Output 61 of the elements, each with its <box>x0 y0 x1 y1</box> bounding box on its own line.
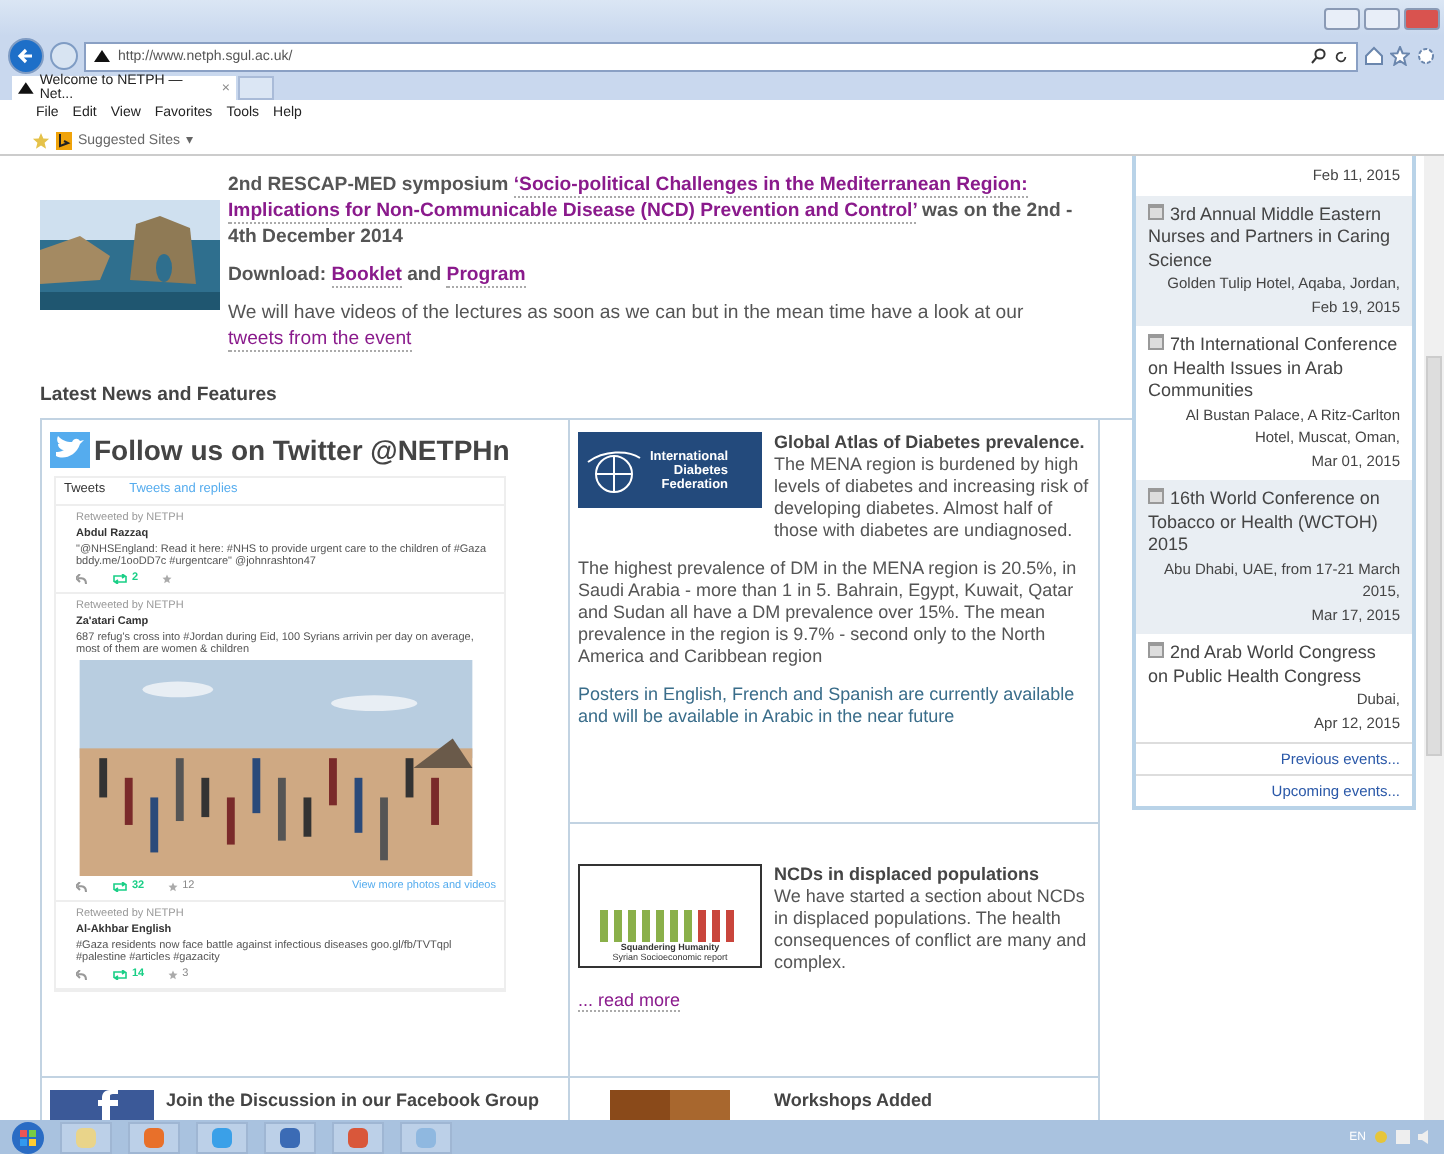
calendar-icon <box>1148 203 1164 219</box>
minimize-button[interactable] <box>1324 7 1360 29</box>
site-icon <box>18 82 34 94</box>
download-text: Download: Booklet and Program <box>228 262 528 288</box>
reply-icon[interactable] <box>76 969 88 979</box>
read-more-link[interactable]: ... read more <box>578 990 681 1012</box>
calendar-icon <box>1148 642 1164 658</box>
retweet-icon[interactable] <box>112 573 128 583</box>
star-icon[interactable] <box>168 881 179 891</box>
event-title[interactable]: 3rd Annual Middle Eastern Nurses and Partners in Caring Science <box>1148 203 1400 272</box>
taskbar-app-icon[interactable] <box>332 1121 384 1153</box>
news-summary: We have started a section about NCDs in displaced populations. The health consequences of conflict are many and complex. <box>774 886 1087 972</box>
facebook-icon <box>50 1090 154 1120</box>
bing-icon[interactable] <box>56 131 72 149</box>
event-title[interactable]: 16th World Conference on Tobacco or Health (WCTOH) 2015 <box>1148 488 1400 557</box>
new-tab-button[interactable] <box>238 76 274 100</box>
reply-icon[interactable] <box>76 573 88 583</box>
retweet-icon[interactable] <box>112 881 128 891</box>
site-icon <box>94 50 110 62</box>
news-summary: The MENA region is burdened by high levels of diabetes and increasing risk of developing diabetes. Almost half of those with diabetes are undiagnosed. <box>774 454 1089 540</box>
calendar-icon <box>1148 334 1164 350</box>
start-button[interactable] <box>12 1121 44 1153</box>
star-icon[interactable] <box>168 969 179 979</box>
news-title[interactable]: Global Atlas of Diabetes prevalence. <box>774 432 1090 454</box>
facebook-heading: Join the Discussion in our Facebook Group <box>166 1090 540 1114</box>
news-text: The highest prevalence of DM in the MENA region is 20.5%, in Saudi Arabia - more than 1 in 5. Bahrain, Egypt, Kuwait, Qatar and Sudan all have a DM prevalence over 15%. The mean prevalence in the region is 9.7% - second only to the North America and Caribbean region <box>578 558 1079 668</box>
maximize-button[interactable] <box>1364 7 1400 29</box>
news-title[interactable]: NCDs in displaced populations <box>774 864 1090 886</box>
section-heading: Latest News and Features <box>40 384 279 406</box>
bird-icon <box>50 432 90 468</box>
refresh-icon <box>1334 49 1348 63</box>
star-icon[interactable] <box>1390 46 1410 66</box>
symposium-link[interactable]: Implications for Non-Communicable Disease (NCD) Prevention and Control’ <box>228 200 917 224</box>
arrow-icon <box>16 46 36 66</box>
symposium-link[interactable]: ‘Socio-political Challenges in the Mediterranean Region: <box>513 174 1028 198</box>
back-button[interactable] <box>8 38 44 74</box>
symposium-text: 2nd RESCAP-MED symposium ‘Socio-political Challenges in the Mediterranean Region: Implications for Non-Communicable Disease (NCD) Prevention and Control’ was on the 2nd - 4th December 2014 <box>228 172 1075 250</box>
event-title[interactable]: 7th International Conference on Health Issues in Arab Communities <box>1148 334 1400 403</box>
tweets-link[interactable]: tweets from the event <box>228 328 412 352</box>
home-icon[interactable] <box>1364 46 1384 66</box>
program-link[interactable]: Program <box>446 264 526 288</box>
star-icon[interactable] <box>162 573 173 583</box>
calendar-icon <box>1148 488 1164 504</box>
news-text: Posters in English, French and Spanish are currently available and will be available in Arabic in the near future <box>578 684 1077 728</box>
twitter-heading: Follow us on Twitter @NETPHn <box>94 434 510 466</box>
search-icon <box>1310 48 1326 64</box>
scrollbar[interactable] <box>1424 156 1444 1120</box>
retweet-icon[interactable] <box>112 969 128 979</box>
taskbar-app-icon[interactable] <box>264 1121 316 1153</box>
forward-button[interactable] <box>50 42 78 70</box>
news-title[interactable]: Workshops Added <box>774 1090 1090 1112</box>
taskbar-app-icon[interactable] <box>60 1121 112 1153</box>
reply-icon[interactable] <box>76 881 88 891</box>
taskbar-app-icon[interactable] <box>196 1121 248 1153</box>
taskbar-app-icon[interactable] <box>128 1121 180 1153</box>
favorites-star-icon[interactable] <box>32 131 50 149</box>
event-title[interactable]: 2nd Arab World Congress on Public Health Congress <box>1148 642 1400 688</box>
videos-text: We will have videos of the lectures as soon as we can but in the mean time have a look at our tweets from the event <box>228 300 1026 352</box>
booklet-link[interactable]: Booklet <box>331 264 402 288</box>
close-button[interactable] <box>1404 7 1440 29</box>
volume-icon[interactable] <box>1418 1130 1432 1144</box>
